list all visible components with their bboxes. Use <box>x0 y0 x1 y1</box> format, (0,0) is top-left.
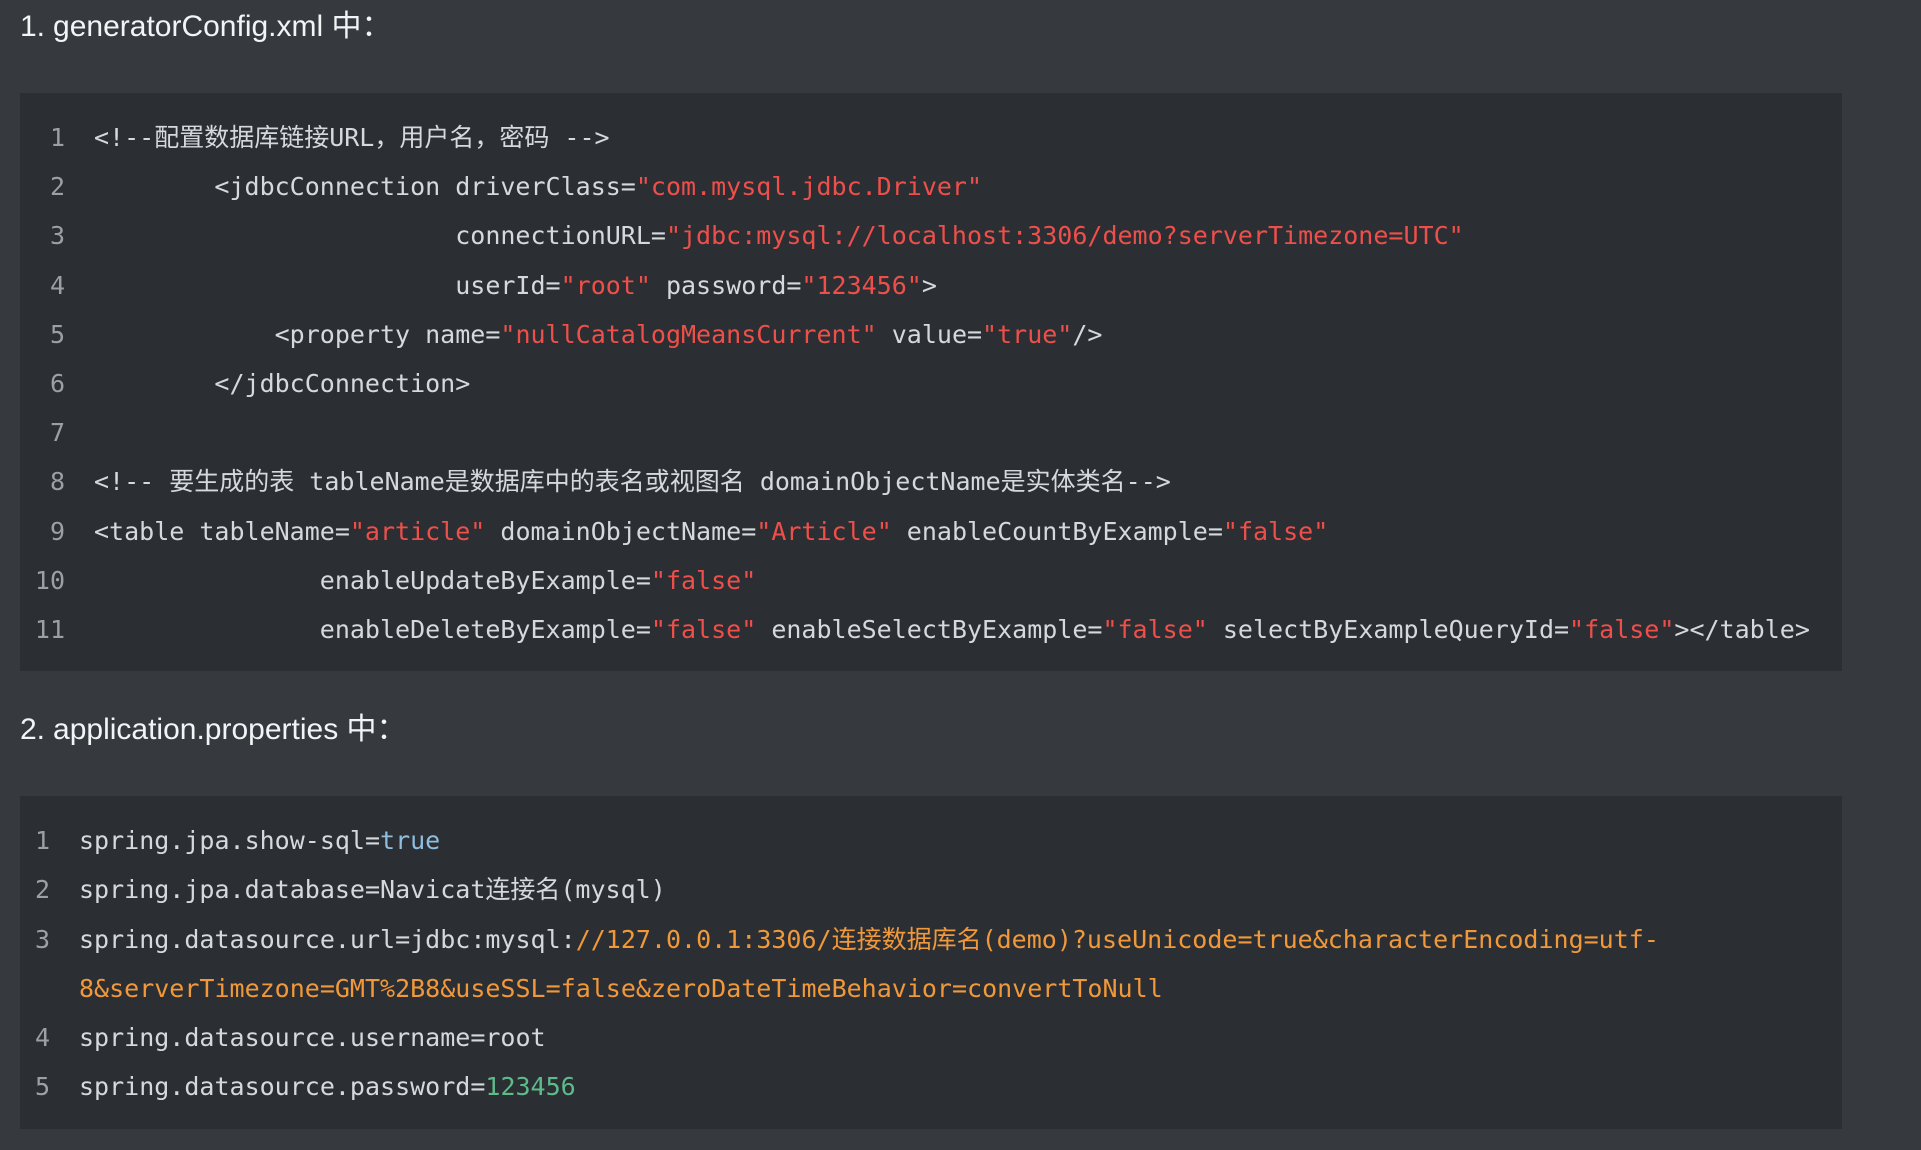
code-text: enableDeleteByExample="false" enableSele… <box>94 605 1810 654</box>
properties-code-block: 1 spring.jpa.show-sql=true 2 spring.jpa.dat… <box>20 796 1842 1129</box>
section-heading-generator-config: 1. generatorConfig.xml 中： <box>20 5 392 49</box>
code-token: <!--配置数据库链接URL，用户名，密码 --> <box>94 123 610 152</box>
line-number: 1 <box>34 826 50 855</box>
section-title: application.properties 中： <box>53 713 407 746</box>
code-text: </jdbcConnection> <box>94 359 470 408</box>
code-token: "root" <box>560 270 651 300</box>
line-number: 3 <box>34 924 50 954</box>
code-token: "false" <box>650 565 757 595</box>
code-line: 8 <!-- 要生成的表 tableName是数据库中的表名或视图名 domain… <box>20 457 1842 506</box>
line-number: 5 <box>34 1072 50 1102</box>
code-line: 9 <table tableName="article" domainObject… <box>20 507 1842 556</box>
code-text: spring.datasource.password=123456 <box>79 1062 576 1111</box>
code-line: 5 <property name="nullCatalogMeansCurren… <box>20 310 1842 359</box>
code-text: <jdbcConnection driverClass="com.mysql.j… <box>94 162 982 211</box>
code-token: spring.datasource.url=jdbc:mysql: <box>79 924 576 954</box>
code-line: 10 enableUpdateByExample="false" <box>20 556 1842 605</box>
code-text: <property name="nullCatalogMeansCurrent"… <box>94 310 1103 359</box>
code-token: <jdbcConnection driverClass= <box>94 172 636 202</box>
code-token: "jdbc:mysql://localhost:3306/demo?server… <box>665 221 1464 251</box>
line-number: 10 <box>34 565 65 595</box>
code-token: connectionURL= <box>94 221 666 251</box>
code-token: 8&serverTimezone=GMT%2B8&useSSL=false&ze… <box>79 973 1163 1003</box>
line-number: 4 <box>34 1023 50 1053</box>
code-line: 4 spring.datasource.username=root <box>20 1013 1842 1062</box>
code-line: 3 spring.datasource.url=jdbc:mysql://127.… <box>20 915 1842 964</box>
code-token: <!-- 要生成的表 tableName是数据库中的表名或视图名 domainO… <box>94 467 1171 497</box>
code-token: "Article" <box>756 516 892 546</box>
line-number: 11 <box>34 614 65 644</box>
line-number: 6 <box>49 368 65 398</box>
code-token: //127.0.0.1:3306/连接数据库名(demo)?useUnicode… <box>575 924 1659 954</box>
code-line: 4 userId="root" password="123456"> <box>20 261 1842 310</box>
code-token: spring.jpa.database=Navicat连接名(mysql) <box>79 875 666 905</box>
code-text: spring.datasource.username=root <box>79 1013 546 1062</box>
xml-code-block: 1 <!--配置数据库链接URL，用户名，密码 --> 2 <jdbcConnect… <box>20 93 1842 671</box>
line-number: 3 <box>49 221 65 251</box>
code-token: "false" <box>1569 614 1675 644</box>
code-token: spring.datasource.password= <box>79 1072 486 1102</box>
code-token: enableCountByExample= <box>891 516 1223 546</box>
code-line: 1 <!--配置数据库链接URL，用户名，密码 --> <box>20 113 1842 162</box>
code-token: "article" <box>349 516 486 546</box>
code-token: 123456 <box>485 1072 576 1102</box>
code-line: 6 </jdbcConnection> <box>20 359 1842 408</box>
code-token: "nullCatalogMeansCurrent" <box>500 319 877 349</box>
code-line: 1 spring.jpa.show-sql=true <box>20 816 1842 865</box>
code-text: connectionURL="jdbc:mysql://localhost:33… <box>94 211 1464 260</box>
line-number: 8 <box>49 467 65 497</box>
code-token: "123456" <box>801 270 922 300</box>
line-number: 2 <box>49 172 65 202</box>
code-token: <property name= <box>94 319 501 349</box>
code-text: spring.jpa.database=Navicat连接名(mysql) <box>79 865 666 914</box>
code-token: enableSelectByExample= <box>756 614 1103 644</box>
code-line: 11 enableDeleteByExample="false" enableS… <box>20 605 1842 654</box>
code-text: 8&serverTimezone=GMT%2B8&useSSL=false&ze… <box>79 964 1163 1013</box>
line-number: 4 <box>49 270 65 300</box>
line-number: 9 <box>49 516 65 546</box>
code-token: spring.jpa.show-sql= <box>79 826 381 855</box>
code-line: 3 connectionURL="jdbc:mysql://localhost:… <box>20 211 1842 260</box>
code-line: 5 spring.datasource.password=123456 <box>20 1062 1842 1111</box>
code-token: "com.mysql.jdbc.Driver" <box>635 172 983 202</box>
code-token: "false" <box>650 614 757 644</box>
code-line: 8&serverTimezone=GMT%2B8&useSSL=false&ze… <box>20 964 1842 1013</box>
code-text: <!-- 要生成的表 tableName是数据库中的表名或视图名 domainO… <box>94 457 1171 506</box>
code-token: > <box>921 270 937 300</box>
code-text: enableUpdateByExample="false" <box>94 556 757 605</box>
code-token: userId= <box>94 270 561 300</box>
section-number: 1. <box>20 10 46 43</box>
code-token: </jdbcConnection> <box>94 368 471 398</box>
line-number: 1 <box>49 123 65 152</box>
code-text: spring.jpa.show-sql=true <box>79 816 440 865</box>
section-title: generatorConfig.xml 中： <box>53 10 392 43</box>
code-token: "true" <box>982 319 1073 349</box>
code-text: <table tableName="article" domainObjectN… <box>94 507 1328 556</box>
code-token: "false" <box>1222 516 1329 546</box>
code-token: password= <box>650 270 802 300</box>
code-token: domainObjectName= <box>485 516 757 546</box>
code-token: "false" <box>1102 614 1208 644</box>
code-token: enableDeleteByExample= <box>94 614 651 644</box>
code-text: spring.datasource.url=jdbc:mysql://127.0… <box>79 915 1659 964</box>
line-number: 7 <box>49 418 65 448</box>
code-token: /> <box>1072 319 1103 349</box>
code-text: <!--配置数据库链接URL，用户名，密码 --> <box>94 113 610 162</box>
code-text: userId="root" password="123456"> <box>94 261 937 310</box>
section-heading-application-properties: 2. application.properties 中： <box>20 708 407 752</box>
code-token: value= <box>876 319 983 349</box>
code-line: 2 <jdbcConnection driverClass="com.mysql… <box>20 162 1842 211</box>
code-token: <table tableName= <box>94 516 350 546</box>
line-number: 5 <box>49 319 65 349</box>
code-token: spring.datasource.username=root <box>79 1023 546 1053</box>
section-number: 2. <box>20 713 46 746</box>
code-token: enableUpdateByExample= <box>94 565 651 595</box>
code-token: true <box>380 826 441 855</box>
code-line: 7 <box>20 408 1842 457</box>
code-token: ></table> <box>1674 614 1810 644</box>
line-number: 2 <box>34 875 50 905</box>
code-line: 2 spring.jpa.database=Navicat连接名(mysql) <box>20 865 1842 914</box>
code-token: selectByExampleQueryId= <box>1207 614 1570 644</box>
